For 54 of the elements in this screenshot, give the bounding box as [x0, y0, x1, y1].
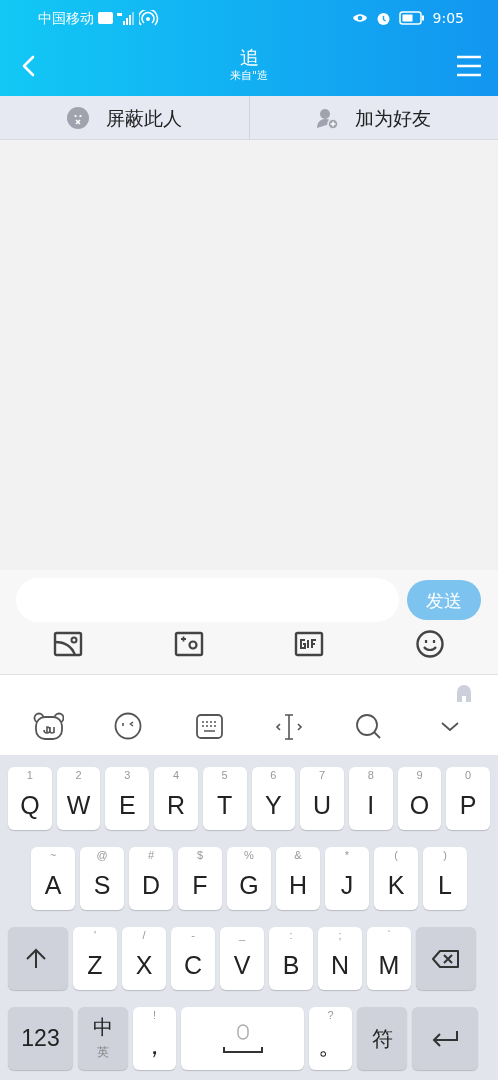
keyboard-key[interactable]: : B	[269, 927, 313, 990]
avatar-icon	[454, 683, 474, 703]
keyboard-key[interactable]: 6 Y	[251, 767, 296, 830]
keyboard-key[interactable]: 0 P	[446, 767, 491, 830]
chat-subtitle: 来自"造	[229, 68, 269, 85]
keyboard-key[interactable]	[416, 927, 476, 990]
keyboard-key[interactable]: 7 U	[300, 767, 344, 830]
keyboard-key[interactable]: 2 W	[56, 767, 101, 830]
keyboard-key[interactable]: 3 E	[105, 767, 150, 830]
keyboard-key[interactable]: 符	[357, 1007, 407, 1070]
add-person-icon	[316, 106, 340, 130]
clock-time: 9:05	[432, 8, 464, 28]
keyboard-key[interactable]: 5 T	[202, 767, 247, 830]
keyboard-key[interactable]: - C	[171, 927, 215, 990]
keyboard-key[interactable]: ! ，	[133, 1007, 176, 1070]
hotspot-icon	[139, 10, 161, 26]
alarm-icon	[375, 10, 391, 26]
dizzy-face-icon	[66, 106, 90, 130]
keyboard-key[interactable]: & H	[276, 847, 320, 910]
keyboard-key[interactable]: # D	[129, 847, 173, 910]
keyboard-key[interactable]: 123	[8, 1007, 73, 1070]
keyboard-key[interactable]: 9 O	[397, 767, 442, 830]
gif-icon[interactable]	[294, 630, 325, 658]
keyboard-key[interactable]: 1 Q	[8, 767, 52, 830]
keyboard-key[interactable]: % G	[227, 847, 271, 910]
keyboard-key[interactable]: @ S	[80, 847, 124, 910]
keyboard-key[interactable]	[412, 1007, 478, 1070]
eye-icon	[351, 12, 368, 24]
menu-icon[interactable]	[456, 55, 482, 77]
keyboard-key[interactable]: _ V	[220, 927, 264, 990]
keyboard-key[interactable]: ` M	[367, 927, 411, 990]
keyboard-key[interactable]: 4 R	[154, 767, 198, 830]
keyboard-key[interactable]: ; N	[318, 927, 362, 990]
keyboard-key[interactable]: ~ A	[31, 847, 75, 910]
camera-icon[interactable]	[173, 630, 204, 658]
signal-icon	[117, 11, 135, 25]
keyboard-key[interactable]: * J	[325, 847, 369, 910]
action-button[interactable]: 加为好友	[248, 96, 498, 140]
image-icon[interactable]	[53, 630, 84, 658]
smiley-icon[interactable]	[414, 630, 445, 658]
carrier-name: 中国移动	[38, 8, 94, 28]
keyboard-key[interactable]: 中 英	[78, 1007, 128, 1070]
keyboard-key[interactable]	[8, 927, 68, 990]
keyboard-key[interactable]: 8 I	[348, 767, 393, 830]
keyboard-key[interactable]: ' Z	[73, 927, 117, 990]
chat-title: 追	[239, 47, 259, 69]
keyboard-key[interactable]: ( K	[374, 847, 418, 910]
keyboard-key[interactable]: ? 。	[309, 1007, 352, 1070]
action-button[interactable]: 屏蔽此人	[0, 96, 249, 140]
bear-icon[interactable]	[32, 711, 65, 742]
keyboard-key[interactable]: $ F	[178, 847, 222, 910]
battery-icon	[398, 11, 425, 25]
keyboard-key[interactable]: / X	[122, 927, 166, 990]
keyboard-key[interactable]: ) L	[423, 847, 467, 910]
